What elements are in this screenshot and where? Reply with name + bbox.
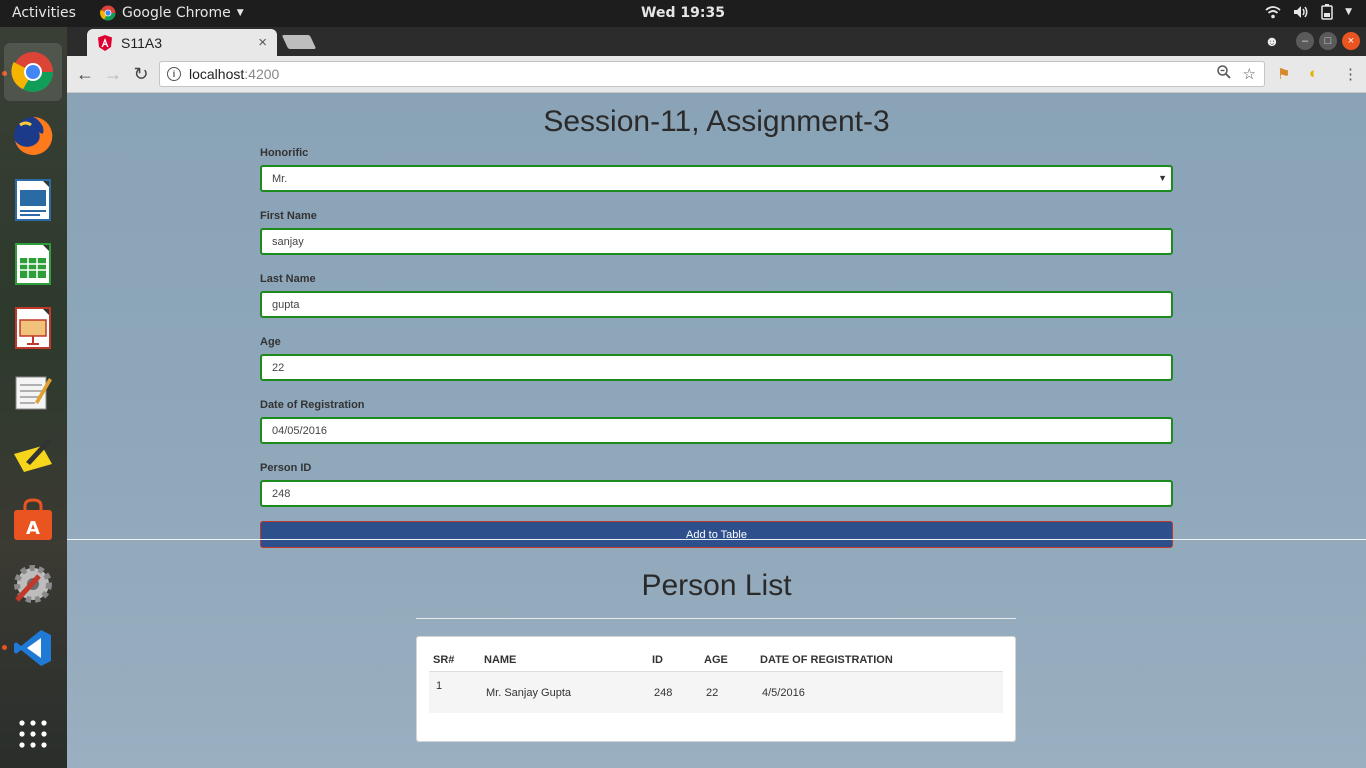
- profile-icon[interactable]: ☻: [1263, 32, 1281, 50]
- notes-icon[interactable]: [10, 433, 56, 479]
- address-bar[interactable]: i localhost:4200 ☆: [159, 61, 1265, 87]
- page-title: Session-11, Assignment-3: [543, 105, 890, 138]
- libreoffice-writer-icon[interactable]: [10, 177, 56, 223]
- settings-icon[interactable]: [10, 561, 56, 607]
- zoom-icon[interactable]: [1216, 65, 1231, 83]
- close-tab-icon[interactable]: ×: [258, 34, 267, 51]
- firefox-icon[interactable]: [10, 113, 56, 159]
- tab-title: S11A3: [121, 34, 162, 51]
- text-editor-icon[interactable]: [10, 369, 56, 415]
- window-controls: ☻ – □ ×: [1263, 32, 1360, 50]
- first-name-input[interactable]: sanjay: [260, 228, 1173, 255]
- person-id-value: 248: [272, 487, 291, 500]
- url-port: :4200: [244, 66, 280, 82]
- first-name-label: First Name: [260, 210, 317, 222]
- chrome-window: S11A3 × ☻ – □ × ← → ↻ i localhost:4200 ☆…: [67, 27, 1366, 768]
- table-header-row: SR# NAME ID AGE DATE OF REGISTRATION: [429, 649, 1003, 672]
- maximize-icon[interactable]: □: [1319, 32, 1337, 50]
- cell-name: Mr. Sanjay Gupta: [486, 687, 571, 699]
- angular-favicon-icon: [98, 34, 112, 51]
- software-center-icon[interactable]: A: [10, 497, 56, 543]
- wifi-icon: [1265, 6, 1281, 19]
- section-divider: [67, 539, 1366, 540]
- table-row: 1 Mr. Sanjay Gupta 248 22 4/5/2016: [429, 672, 1003, 713]
- cell-date: 4/5/2016: [762, 687, 805, 699]
- header-id: ID: [652, 654, 663, 666]
- last-name-value: gupta: [272, 298, 300, 311]
- cell-sr: 1: [436, 680, 443, 692]
- system-menu-chevron-icon: ▼: [1345, 7, 1352, 17]
- first-name-value: sanjay: [272, 235, 304, 248]
- person-list-title: Person List: [641, 569, 792, 602]
- omnibox-actions: ☆: [1216, 65, 1264, 83]
- site-info-icon[interactable]: i: [167, 67, 181, 81]
- header-name: NAME: [484, 654, 517, 666]
- vscode-icon[interactable]: [10, 625, 56, 671]
- chrome-icon[interactable]: [4, 43, 62, 101]
- tab-strip: S11A3 × ☻ – □ ×: [67, 27, 1366, 56]
- reload-icon[interactable]: ↻: [131, 64, 151, 84]
- new-tab-button[interactable]: [281, 35, 317, 49]
- age-label: Age: [260, 336, 281, 348]
- bookmark-star-icon[interactable]: ☆: [1243, 65, 1256, 83]
- browser-toolbar: ← → ↻ i localhost:4200 ☆ ⚑ ◐ ⋮: [67, 56, 1366, 93]
- extension-moon-icon[interactable]: ◐: [1309, 65, 1318, 82]
- running-indicator: [2, 645, 7, 650]
- add-to-table-button[interactable]: Add to Table: [260, 521, 1173, 548]
- list-title-rule: [416, 618, 1016, 619]
- url-host: localhost: [189, 66, 245, 82]
- date-value: 04/05/2016: [272, 424, 328, 437]
- last-name-label: Last Name: [260, 273, 316, 285]
- person-id-label: Person ID: [260, 462, 312, 474]
- tab-s11a3[interactable]: S11A3 ×: [87, 29, 277, 56]
- person-form: Honorific Mr. ▼ First Name sanjay Last N…: [260, 147, 1173, 548]
- dock: A: [0, 27, 67, 768]
- libreoffice-calc-icon[interactable]: [10, 241, 56, 287]
- page-content: Session-11, Assignment-3 Honorific Mr. ▼…: [67, 93, 1366, 768]
- battery-icon: [1321, 4, 1333, 20]
- libreoffice-impress-icon[interactable]: [10, 305, 56, 351]
- show-apps-icon[interactable]: [10, 711, 56, 757]
- person-table: SR# NAME ID AGE DATE OF REGISTRATION 1 M…: [429, 649, 1003, 713]
- chevron-down-icon: ▼: [236, 8, 244, 18]
- person-table-card: SR# NAME ID AGE DATE OF REGISTRATION 1 M…: [416, 636, 1016, 742]
- date-of-registration-input[interactable]: 04/05/2016: [260, 417, 1173, 444]
- chrome-menu-icon[interactable]: ⋮: [1343, 65, 1358, 83]
- date-label: Date of Registration: [260, 399, 365, 411]
- back-icon[interactable]: ←: [75, 64, 95, 84]
- cell-id: 248: [654, 687, 673, 699]
- svg-text:A: A: [26, 518, 40, 539]
- app-menu-label: Google Chrome: [122, 5, 231, 21]
- header-sr: SR#: [433, 654, 455, 666]
- close-window-icon[interactable]: ×: [1342, 32, 1360, 50]
- person-id-input[interactable]: 248: [260, 480, 1173, 507]
- cell-age: 22: [706, 687, 719, 699]
- system-tray[interactable]: ▼: [1265, 4, 1352, 20]
- forward-icon[interactable]: →: [103, 64, 123, 84]
- age-value: 22: [272, 361, 285, 374]
- honorific-label: Honorific: [260, 147, 309, 159]
- header-date: DATE OF REGISTRATION: [760, 654, 893, 666]
- select-caret-icon: ▼: [1158, 173, 1167, 183]
- app-menu[interactable]: Google Chrome ▼: [100, 5, 244, 21]
- gnome-top-bar: Activities Google Chrome ▼ Wed 19:35 ▼: [0, 0, 1366, 27]
- header-age: AGE: [704, 654, 728, 666]
- age-input[interactable]: 22: [260, 354, 1173, 381]
- extension-icon[interactable]: ⚑: [1277, 65, 1290, 83]
- chrome-small-icon: [100, 5, 116, 21]
- honorific-value: Mr.: [272, 172, 288, 185]
- minimize-icon[interactable]: –: [1296, 32, 1314, 50]
- last-name-input[interactable]: gupta: [260, 291, 1173, 318]
- volume-icon: [1294, 6, 1308, 18]
- activities-button[interactable]: Activities: [12, 5, 76, 21]
- honorific-select[interactable]: Mr. ▼: [260, 165, 1173, 192]
